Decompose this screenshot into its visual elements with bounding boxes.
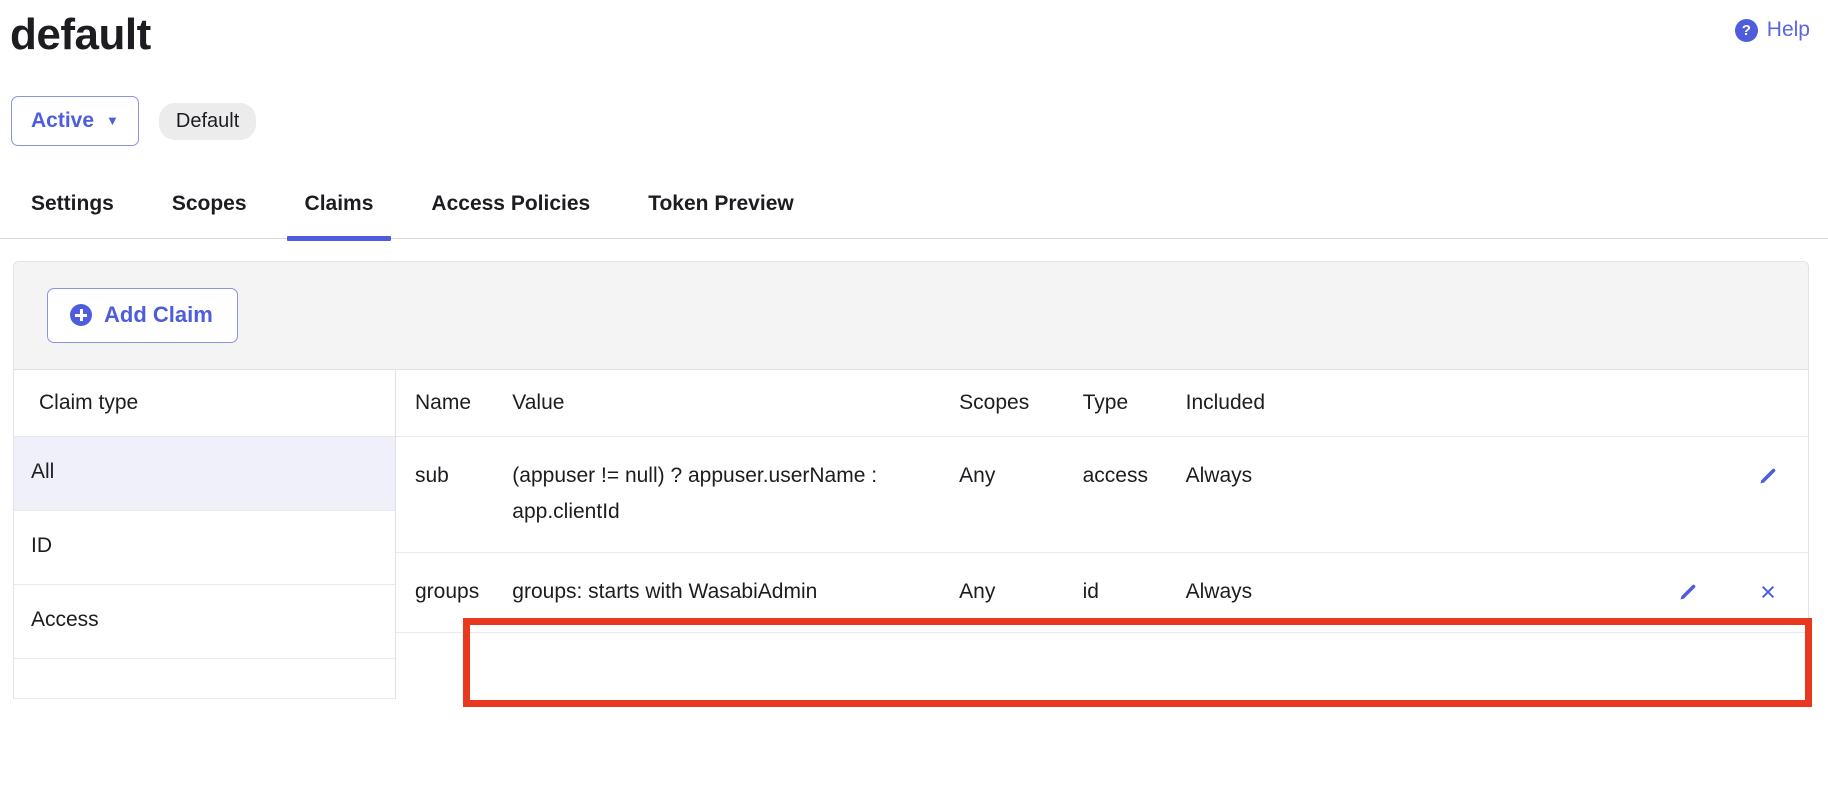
status-dropdown-label: Active bbox=[31, 109, 95, 132]
cell-included: Always bbox=[1185, 552, 1421, 634]
claims-panel: Add Claim Claim type All ID Access Name … bbox=[13, 261, 1809, 699]
row-action-group bbox=[1420, 458, 1808, 490]
claims-panel-body: Claim type All ID Access Name Value Scop… bbox=[14, 370, 1808, 699]
table-row: groups groups: starts with WasabiAdmin A… bbox=[396, 552, 1808, 634]
close-x-icon[interactable]: × bbox=[1754, 578, 1782, 606]
cell-scopes: Any bbox=[959, 436, 1083, 554]
tabs-container: Settings Scopes Claims Access Policies T… bbox=[0, 184, 1828, 241]
claim-type-item-empty bbox=[14, 659, 395, 699]
cell-name: sub bbox=[396, 436, 513, 554]
cell-scopes: Any bbox=[959, 552, 1083, 634]
add-claim-label: Add Claim bbox=[104, 302, 213, 327]
claim-type-column: Claim type All ID Access bbox=[14, 370, 396, 699]
page-header: default ? Help bbox=[0, 0, 1828, 78]
claims-table: Name Value Scopes Type Included sub (app… bbox=[396, 370, 1808, 634]
column-header-scopes: Scopes bbox=[959, 370, 1083, 437]
column-header-type: Type bbox=[1082, 370, 1186, 437]
claim-type-item-all[interactable]: All bbox=[14, 437, 395, 511]
column-header-actions bbox=[1420, 370, 1808, 437]
chevron-down-icon: ▼ bbox=[106, 113, 119, 128]
cell-included: Always bbox=[1185, 436, 1421, 554]
claims-table-column: Name Value Scopes Type Included sub (app… bbox=[396, 370, 1808, 699]
tab-claims[interactable]: Claims bbox=[286, 184, 392, 241]
table-row: sub (appuser != null) ? appuser.userName… bbox=[396, 436, 1808, 554]
table-header-row: Name Value Scopes Type Included bbox=[396, 370, 1808, 437]
help-label: Help bbox=[1766, 18, 1810, 41]
status-dropdown[interactable]: Active ▼ bbox=[11, 96, 139, 146]
column-header-value: Value bbox=[512, 370, 960, 437]
tab-token-preview[interactable]: Token Preview bbox=[630, 184, 812, 238]
tab-settings[interactable]: Settings bbox=[13, 184, 132, 238]
claims-table-head: Name Value Scopes Type Included bbox=[396, 370, 1808, 437]
cell-type: access bbox=[1082, 436, 1186, 554]
question-circle-icon: ? bbox=[1734, 18, 1758, 42]
tab-list: Settings Scopes Claims Access Policies T… bbox=[0, 184, 1828, 241]
claim-type-item-access[interactable]: Access bbox=[14, 585, 395, 659]
column-header-name: Name bbox=[396, 370, 513, 437]
add-claim-button[interactable]: Add Claim bbox=[47, 288, 238, 343]
tab-scopes[interactable]: Scopes bbox=[154, 184, 265, 238]
status-row: Active ▼ Default bbox=[0, 96, 1828, 146]
tab-access-policies[interactable]: Access Policies bbox=[413, 184, 608, 238]
claim-type-header: Claim type bbox=[14, 370, 395, 437]
row-action-group: × bbox=[1420, 574, 1808, 606]
cell-name: groups bbox=[396, 552, 513, 634]
cell-value: (appuser != null) ? appuser.userName : a… bbox=[512, 436, 960, 554]
claim-type-item-id[interactable]: ID bbox=[14, 511, 395, 585]
claims-toolbar: Add Claim bbox=[14, 262, 1808, 370]
default-badge: Default bbox=[158, 102, 257, 140]
claims-table-body: sub (appuser != null) ? appuser.userName… bbox=[396, 436, 1808, 634]
pencil-icon[interactable] bbox=[1754, 462, 1782, 490]
page-title: default bbox=[10, 10, 151, 59]
cell-value: groups: starts with WasabiAdmin bbox=[512, 552, 960, 634]
column-header-included: Included bbox=[1185, 370, 1421, 437]
help-link[interactable]: ? Help bbox=[1734, 18, 1810, 42]
cell-type: id bbox=[1082, 552, 1186, 634]
cell-actions bbox=[1420, 436, 1808, 554]
plus-circle-icon bbox=[70, 304, 92, 326]
pencil-icon[interactable] bbox=[1674, 578, 1702, 606]
cell-actions: × bbox=[1420, 552, 1808, 634]
